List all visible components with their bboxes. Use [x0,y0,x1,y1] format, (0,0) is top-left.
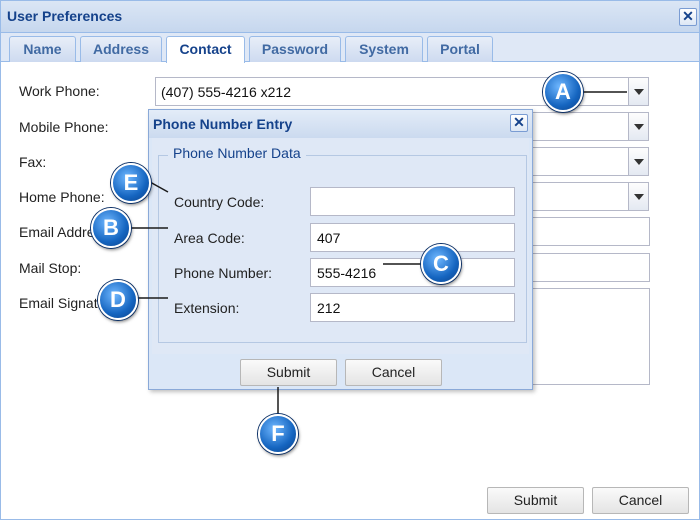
callout-e: E [111,163,151,203]
cancel-button[interactable]: Cancel [592,487,689,514]
fieldset-legend: Phone Number Data [168,145,306,161]
country-code-label: Country Code: [174,194,265,210]
extension-field[interactable]: 212 [310,293,515,322]
submit-button[interactable]: Submit [487,487,584,514]
callout-a: A [543,72,583,112]
tab-address[interactable]: Address [80,36,162,62]
callout-b: B [91,208,131,248]
mail-stop-label: Mail Stop: [19,260,82,276]
extension-label: Extension: [174,300,240,316]
home-phone-label: Home Phone: [19,189,105,205]
dialog-body: Phone Number Data Country Code: Area Cod… [152,138,529,354]
work-phone-label: Work Phone: [19,83,100,99]
phone-number-entry-dialog: Phone Number Entry ✕ Phone Number Data C… [148,109,533,390]
tab-password[interactable]: Password [249,36,341,62]
phone-number-label: Phone Number: [174,265,273,281]
work-phone-dropdown-icon[interactable] [628,77,649,106]
tab-system[interactable]: System [345,36,423,62]
dialog-close-icon[interactable]: ✕ [510,114,528,132]
phone-number-field[interactable]: 555-4216 [310,258,515,287]
mobile-phone-dropdown-icon[interactable] [628,112,649,141]
country-code-field[interactable] [310,187,515,216]
callout-d: D [98,280,138,320]
tab-bar: Name Address Contact Password System Por… [1,33,699,63]
window-title-bar[interactable]: User Preferences ✕ [1,1,699,33]
mobile-phone-label: Mobile Phone: [19,119,109,135]
area-code-field[interactable]: 407 [310,223,515,252]
fax-label: Fax: [19,154,47,170]
tab-portal[interactable]: Portal [427,36,493,62]
tab-name[interactable]: Name [9,36,76,62]
window-title: User Preferences [7,8,123,24]
dialog-title: Phone Number Entry [153,116,293,132]
window-close-icon[interactable]: ✕ [679,8,697,26]
fax-dropdown-icon[interactable] [628,147,649,176]
tab-contact[interactable]: Contact [166,36,245,63]
callout-f: F [258,414,298,454]
dialog-cancel-button[interactable]: Cancel [345,359,442,386]
area-code-label: Area Code: [174,230,245,246]
callout-c: C [421,244,461,284]
dialog-submit-button[interactable]: Submit [240,359,337,386]
home-phone-dropdown-icon[interactable] [628,182,649,211]
dialog-title-bar[interactable]: Phone Number Entry ✕ [149,110,532,138]
